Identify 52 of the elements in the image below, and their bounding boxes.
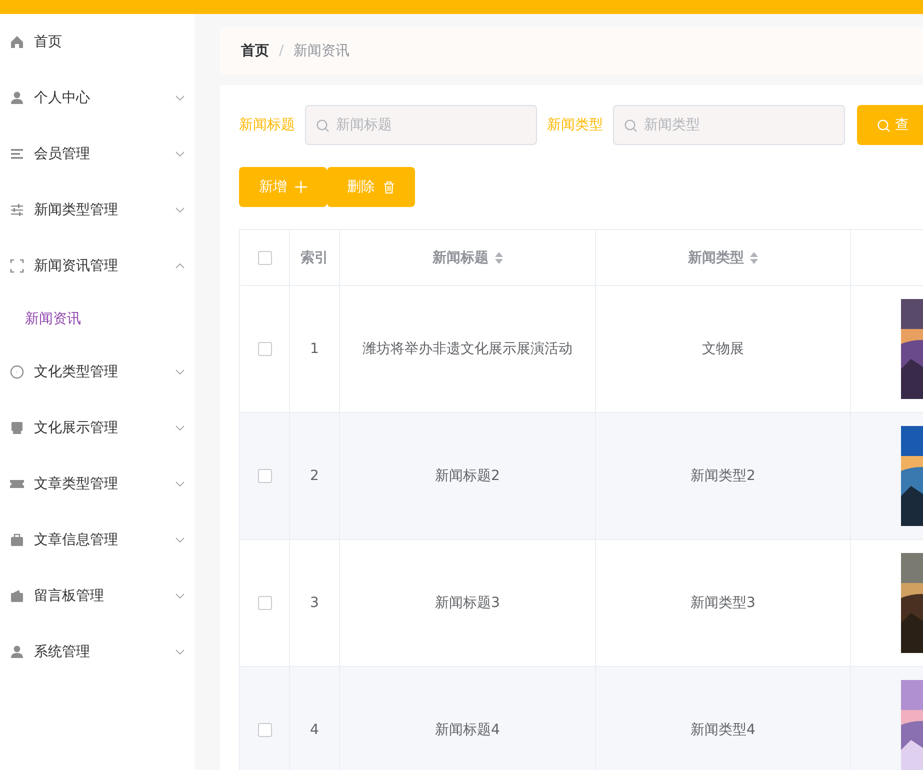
sidebar-item[interactable]: 首页	[0, 14, 195, 70]
submenu-item[interactable]: 新闻资讯	[0, 294, 195, 344]
row-checkbox[interactable]	[258, 469, 272, 484]
sidebar-item[interactable]: 会员管理	[0, 126, 195, 182]
sidebar-item[interactable]: 文章信息管理	[0, 512, 195, 568]
search-icon	[624, 119, 637, 132]
table-cell: 新闻类型3	[690, 595, 756, 611]
user-icon	[10, 645, 24, 659]
row-checkbox[interactable]	[258, 723, 272, 738]
search-field[interactable]: 新闻类型	[613, 105, 845, 145]
table-cell: 新闻类型2	[690, 468, 756, 484]
search-field[interactable]: 新闻标题	[305, 105, 537, 145]
select-all-checkbox[interactable]	[258, 250, 272, 265]
sidebar-item[interactable]: 留言板管理	[0, 568, 195, 624]
ticket-icon	[10, 477, 24, 491]
sidebar-item[interactable]: 新闻资讯管理	[0, 238, 195, 294]
breadcrumb-separator: /	[279, 43, 284, 59]
sidebar-item[interactable]: 文化类型管理	[0, 344, 195, 400]
frame-icon	[10, 259, 24, 273]
table-cell: 4	[310, 722, 319, 738]
search-icon	[316, 119, 329, 132]
sidebar-item[interactable]: 新闻类型管理	[0, 182, 195, 238]
table-cell: 新闻标题2	[435, 468, 500, 484]
search-icon	[877, 118, 890, 132]
table-cell: 新闻标题4	[435, 722, 500, 738]
sidebar-item[interactable]: 系统管理	[0, 624, 195, 680]
compass-icon	[10, 365, 24, 379]
table-cell: 新闻标题3	[435, 595, 500, 611]
breadcrumb-item[interactable]: 首页	[241, 42, 269, 60]
wallet-icon	[10, 589, 24, 603]
tray-icon	[10, 421, 24, 435]
table-cell: 3	[310, 595, 319, 611]
table-cell: 文物展	[702, 341, 744, 357]
breadcrumb-item: 新闻资讯	[294, 42, 350, 60]
trash-icon	[383, 180, 395, 194]
plus-icon	[295, 180, 307, 194]
field-label: 新闻类型	[547, 116, 603, 134]
sidebar-item[interactable]: 文章类型管理	[0, 456, 195, 512]
field-label: 新闻标题	[239, 116, 295, 134]
home-icon	[10, 35, 24, 49]
table-cell: 2	[310, 468, 319, 484]
user-icon	[10, 91, 24, 105]
row-checkbox[interactable]	[258, 596, 272, 610]
row-checkbox[interactable]	[258, 342, 272, 356]
sidebar-item[interactable]: 个人中心	[0, 70, 195, 126]
sliders-icon	[10, 203, 24, 217]
table-cell: 潍坊将举办非遗文化展示展演活动	[362, 341, 572, 357]
briefcase-icon	[10, 533, 24, 547]
list-icon	[10, 147, 24, 161]
table-cell: 新闻类型4	[690, 722, 756, 738]
sidebar-item[interactable]: 文化展示管理	[0, 400, 195, 456]
table-cell: 1	[310, 341, 319, 357]
